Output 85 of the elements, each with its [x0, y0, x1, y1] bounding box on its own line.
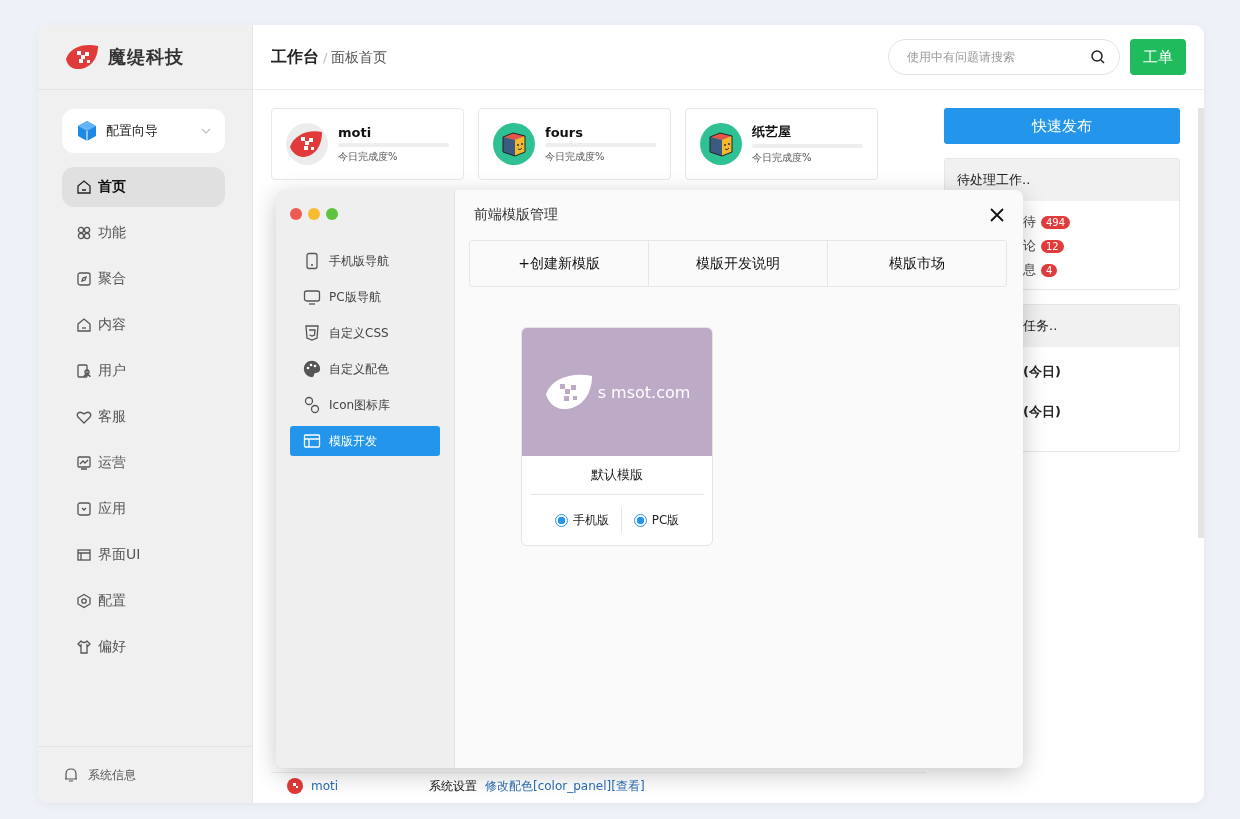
radio-label: PC版 — [651, 511, 680, 529]
cube-face-avatar-icon — [700, 123, 742, 165]
leaf-avatar-icon — [287, 778, 303, 794]
site-card[interactable]: 纸艺屋 今日完成度% — [685, 108, 878, 180]
radio-button[interactable] — [554, 513, 568, 527]
template-name: 默认模版 — [530, 456, 704, 495]
task-item[interactable]: (今日) — [1023, 363, 1179, 381]
shapes-icon — [303, 396, 321, 414]
page-title: 工作台 — [271, 46, 319, 68]
home-icon — [76, 179, 92, 195]
dialog-menu-item[interactable]: 自定义CSS — [290, 318, 440, 348]
preview-text: s msot.com — [597, 382, 691, 402]
app-icon — [76, 501, 92, 517]
nav-item[interactable]: 功能 — [62, 213, 225, 253]
dialog-action-button[interactable]: 模版市场 — [827, 241, 1006, 286]
count-badge: 12 — [1041, 239, 1064, 253]
site-name: fours — [545, 124, 584, 140]
close-window-control[interactable] — [290, 208, 302, 220]
phone-icon — [303, 252, 321, 270]
table-cell: 系统设置 — [429, 777, 477, 795]
count-badge: 4 — [1041, 263, 1058, 277]
site-name: 纸艺屋 — [752, 123, 792, 141]
nav-item[interactable]: 偏好 — [62, 627, 225, 667]
dialog-action-button[interactable]: 模版开发说明 — [648, 241, 827, 286]
cube-face-avatar-icon — [493, 123, 535, 165]
search-field[interactable]: 使用中有问题请搜索 — [888, 39, 1120, 75]
brand-name: 魔缇科技 — [108, 45, 184, 69]
close-icon[interactable] — [989, 207, 1005, 223]
user-icon — [76, 363, 92, 379]
chart-icon — [76, 455, 92, 471]
heart-icon — [76, 409, 92, 425]
css-icon — [303, 324, 321, 342]
palette-icon — [303, 360, 321, 378]
nav-item[interactable]: 用户 — [62, 351, 225, 391]
dialog-menu-item[interactable]: 自定义配色 — [290, 354, 440, 384]
search-icon — [1090, 49, 1106, 65]
completion-label: 今日完成度% — [752, 151, 813, 165]
bell-icon — [64, 767, 78, 783]
nav-item[interactable]: 首页 — [62, 167, 225, 207]
breadcrumb-separator: / — [323, 49, 328, 65]
dialog-menu-item[interactable]: Icon图标库 — [290, 390, 440, 420]
panel-title: 任务.. — [1022, 317, 1058, 335]
monitor-icon — [303, 288, 321, 306]
log-link[interactable]: 修改配色[color_panel][查看] — [485, 777, 645, 795]
setup-guide-dropdown[interactable]: 配置向导 — [62, 109, 225, 153]
pending-item-label[interactable]: 待 — [1023, 213, 1036, 231]
leaf-avatar-icon — [286, 123, 328, 165]
table-cell-text: moti — [311, 779, 340, 793]
layout-icon — [76, 547, 92, 563]
dialog-menu-item[interactable]: PC版导航 — [290, 282, 440, 312]
nav-item[interactable]: 运营 — [62, 443, 225, 483]
nav-item[interactable]: 聚合 — [62, 259, 225, 299]
shirt-icon — [76, 639, 92, 655]
home-icon — [76, 317, 92, 333]
gear-icon — [76, 593, 92, 609]
clover-icon — [76, 225, 92, 241]
compass-icon — [76, 271, 92, 287]
nav-item[interactable]: 客服 — [62, 397, 225, 437]
dialog-menu-item[interactable]: 手机版导航 — [290, 246, 440, 276]
chevron-down-icon — [201, 128, 211, 134]
radio-button[interactable] — [633, 513, 647, 527]
site-name: moti — [338, 124, 373, 140]
window-icon — [303, 432, 321, 450]
count-badge: 494 — [1041, 215, 1071, 229]
dialog-action-button[interactable]: +创建新模版 — [470, 241, 648, 286]
maximize-window-control[interactable] — [326, 208, 338, 220]
breadcrumb-item: 面板首页 — [331, 48, 388, 67]
logo-icon — [64, 43, 100, 71]
pending-item-label[interactable]: 息 — [1023, 261, 1036, 279]
site-card[interactable]: moti 今日完成度% — [271, 108, 464, 180]
radio-label: 手机版 — [572, 511, 609, 529]
system-info-link[interactable]: 系统信息 — [88, 766, 136, 784]
task-item[interactable]: (今日) — [1023, 403, 1179, 421]
pending-item-label[interactable]: 论 — [1023, 237, 1036, 255]
nav-item[interactable]: 内容 — [62, 305, 225, 345]
nav-item[interactable]: 配置 — [62, 581, 225, 621]
panel-title: 待处理工作.. — [957, 171, 1031, 189]
completion-label: 今日完成度% — [338, 149, 399, 164]
nav-item[interactable]: 应用 — [62, 489, 225, 529]
site-card[interactable]: fours 今日完成度% — [478, 108, 671, 180]
dialog-title: 前端模版管理 — [474, 206, 558, 224]
cube-icon — [76, 120, 98, 142]
leaf-logo-icon — [543, 372, 594, 412]
completion-label: 今日完成度% — [545, 149, 606, 164]
nav-item[interactable]: 界面UI — [62, 535, 225, 575]
